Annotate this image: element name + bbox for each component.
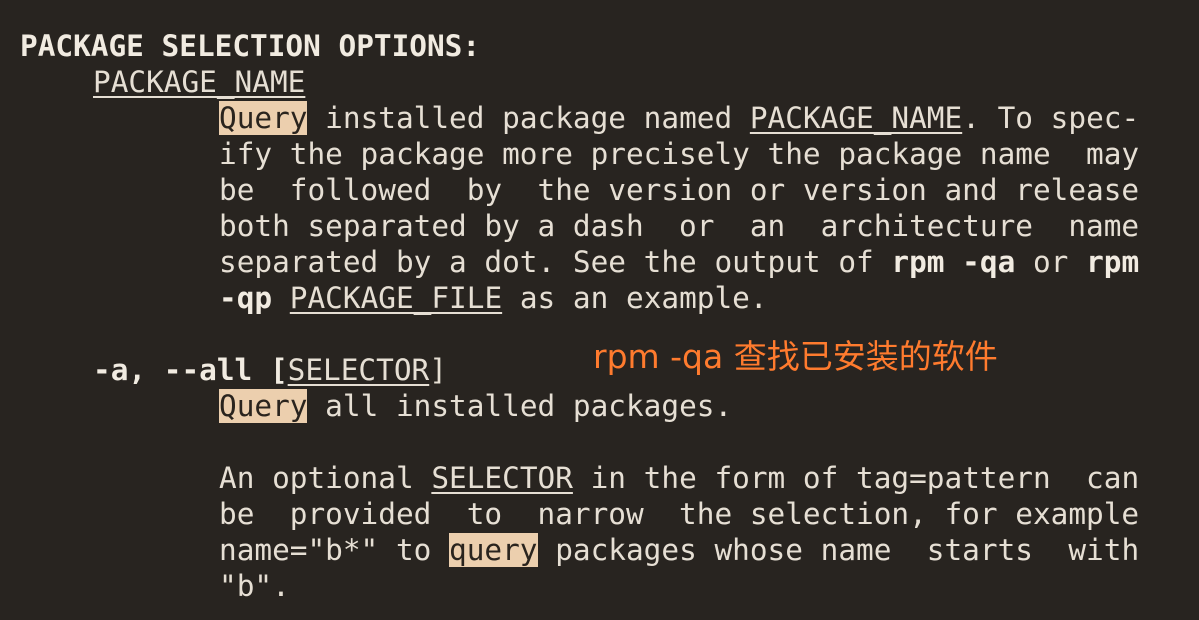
desc-line: name="b*" to query packages whose name s… — [219, 533, 1140, 567]
flag-all: -a, --all — [93, 353, 253, 387]
flag-qp: -qp — [219, 281, 273, 315]
desc-line: separated by a dot. See the output of rp… — [219, 245, 1140, 279]
desc-line: ify the package more precisely the packa… — [219, 137, 1140, 171]
desc-line: An optional SELECTOR in the form of tag=… — [219, 461, 1140, 495]
desc-line: both separated by a dash or an architect… — [219, 209, 1140, 243]
search-match-highlight: Query — [219, 101, 308, 135]
desc-line: Query installed package named PACKAGE_NA… — [219, 101, 1140, 135]
desc-line: Query all installed packages. — [219, 389, 733, 423]
desc-line: -qp PACKAGE_FILE as an example. — [219, 281, 768, 315]
annotation-label: rpm -qa 查找已安装的软件 — [593, 337, 998, 376]
argument-selector: SELECTOR — [431, 461, 573, 495]
desc-line: "b". — [219, 569, 290, 603]
argument-package-name: PACKAGE_NAME — [749, 101, 963, 135]
desc-line: be followed by the version or version an… — [219, 173, 1140, 207]
command-rpm-qa: rpm -qa — [891, 245, 1016, 279]
search-match-highlight: query — [449, 533, 538, 567]
terminal-man-page: PACKAGE SELECTION OPTIONS: PACKAGE_NAME … — [0, 0, 1199, 620]
option-all: -a, --all [SELECTOR] — [93, 353, 447, 387]
option-package-name: PACKAGE_NAME — [93, 65, 306, 99]
search-match-highlight: Query — [219, 389, 308, 423]
argument-selector: SELECTOR — [287, 353, 430, 387]
desc-line: be provided to narrow the selection, for… — [219, 497, 1140, 531]
section-heading: PACKAGE SELECTION OPTIONS: — [20, 29, 481, 63]
argument-package-file: PACKAGE_FILE — [289, 281, 503, 315]
command-rpm: rpm — [1086, 245, 1140, 279]
